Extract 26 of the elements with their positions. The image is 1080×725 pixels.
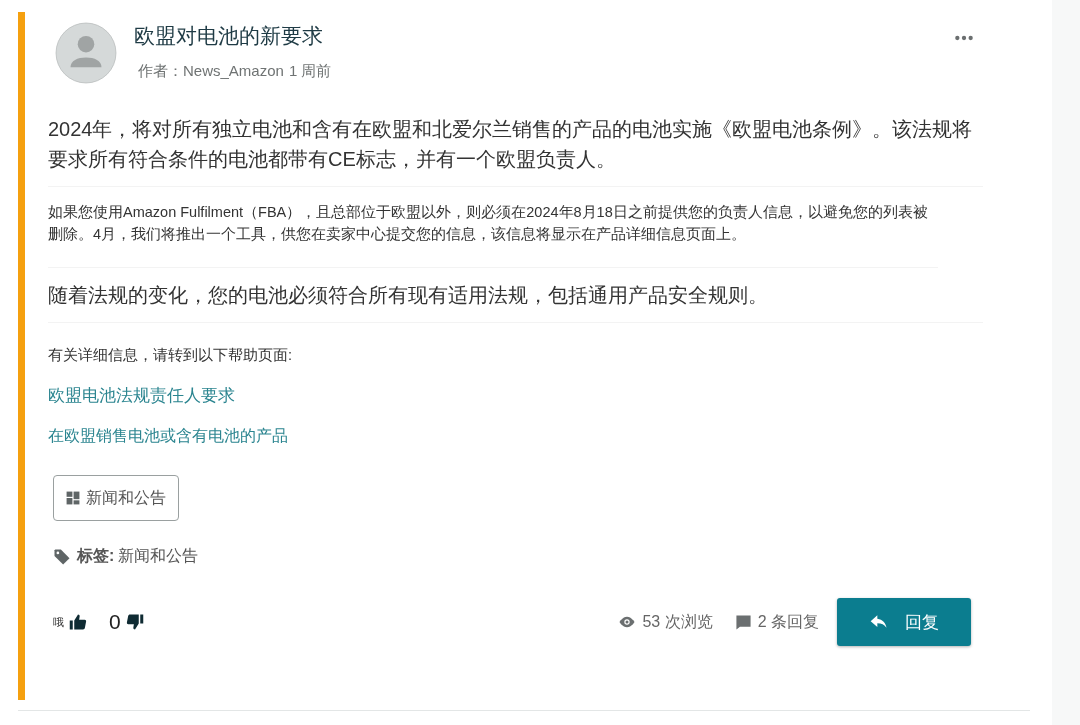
category-button[interactable]: 新闻和公告: [53, 475, 179, 521]
paragraph: 如果您使用Amazon Fulfilment（FBA），且总部位于欧盟以外，则必须在2024年8月18日之前提供您的负责人信息，以避免您的列表被删除。4月，我们将推出一个工具，供您在卖家中心提交您的信息，该信息将显示在产品详细信息页面上。: [48, 203, 929, 244]
help-link[interactable]: 在欧盟销售电池或含有电池的产品: [48, 425, 983, 447]
help-link[interactable]: 欧盟电池法规责任人要求: [48, 383, 983, 409]
paragraph: 随着法规的变化，您的电池必须符合所有现有适用法规，包括通用产品安全规则。: [48, 283, 769, 308]
view-count: 53 次浏览: [642, 611, 713, 632]
thumbs-down-icon: [125, 613, 144, 631]
avatar-icon: [55, 22, 117, 84]
tag-icon: [53, 547, 71, 566]
grid-icon: [66, 491, 80, 505]
comment-icon: [734, 613, 752, 631]
tag-link[interactable]: 新闻和公告: [118, 546, 199, 567]
paragraph: 有关详细信息，请转到以下帮助页面:: [48, 346, 294, 365]
post-time: 1 周前: [288, 62, 332, 79]
dislike-count: 0: [109, 610, 121, 634]
like-label: 哦: [53, 614, 64, 630]
author-link[interactable]: News_Amazon: [183, 62, 284, 79]
like-button[interactable]: [69, 613, 87, 631]
dislike-button[interactable]: [125, 613, 144, 631]
reply-count: 2 条回复: [757, 611, 819, 632]
post-title: 欧盟对电池的新要求: [134, 23, 324, 49]
thumbs-up-icon: [69, 613, 87, 631]
author-label: 作者：: [138, 62, 183, 79]
reply-button[interactable]: 回复: [837, 598, 971, 646]
paragraph: 2024年，将对所有独立电池和含有在欧盟和北爱尔兰销售的产品的电池实施《欧盟电池条例》。该法规将要求所有符合条件的电池都带有CE标志，并有一个欧盟负责人。: [48, 117, 974, 172]
tags-label: 标签:: [77, 546, 115, 566]
